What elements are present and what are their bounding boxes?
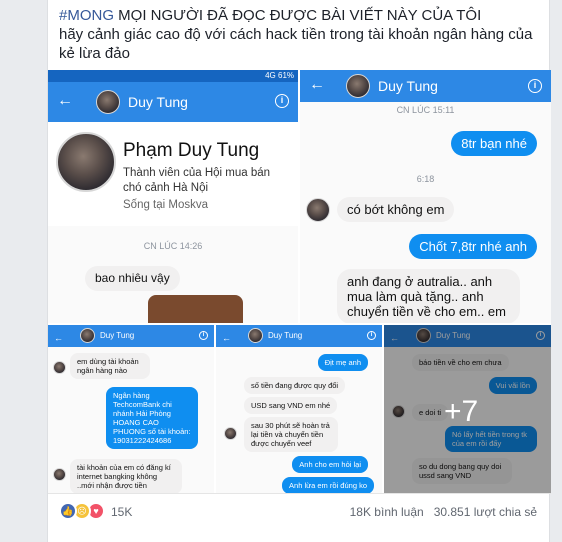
back-arrow-icon: ← bbox=[222, 333, 231, 343]
avatar bbox=[224, 427, 237, 440]
photo-4[interactable]: ← Duy Tung i Địt mẹ anh số tiền đang đượ… bbox=[216, 325, 382, 493]
message-bubble: 8tr bạn nhé bbox=[451, 131, 537, 156]
message-bubble: Chốt 7,8tr nhé anh bbox=[409, 234, 537, 259]
profile-name: Phạm Duy Tung bbox=[123, 140, 260, 161]
reactions-count[interactable]: 15K bbox=[111, 505, 132, 519]
avatar bbox=[53, 468, 66, 481]
photo-2[interactable]: ← Duy Tung i CN LÚC 15:11 8tr bạn nhé 6:… bbox=[300, 70, 551, 323]
info-icon: i bbox=[199, 331, 208, 340]
messenger-header: ← Duy Tung i bbox=[48, 325, 214, 347]
avatar bbox=[96, 90, 120, 114]
more-photos-count[interactable]: +7 bbox=[444, 395, 478, 429]
comments-count[interactable]: 18K bình luận bbox=[350, 505, 424, 519]
message-bubble: anh đang ở autralia.. anh mua làm quà tặ… bbox=[337, 269, 520, 323]
avatar bbox=[80, 328, 95, 343]
message-bubble: USD sang VND em nhé bbox=[244, 397, 338, 414]
hashtag-link[interactable]: #MONG bbox=[59, 7, 114, 24]
info-icon: i bbox=[275, 94, 289, 108]
message-bubble: em dùng tài khoản ngân hàng nào bbox=[70, 353, 150, 379]
avatar bbox=[346, 74, 370, 98]
message-bubble: Ngân hàng TechcomBank chi nhánh Hải Phòn… bbox=[106, 387, 198, 449]
profile-avatar bbox=[56, 132, 116, 192]
messenger-header: ← Duy Tung i bbox=[48, 82, 298, 122]
avatar bbox=[53, 361, 66, 374]
photo-5[interactable]: ← Duy Tung i báo tiền về cho em chưa Vui… bbox=[384, 325, 551, 493]
post-stats: 18K bình luận 30.851 lượt chia sẻ bbox=[350, 505, 537, 519]
contact-name: Duy Tung bbox=[378, 78, 438, 94]
message-bubble: có bớt không em bbox=[337, 197, 455, 222]
back-arrow-icon: ← bbox=[309, 76, 325, 93]
post-footer: 👍 ☹ ♥ 15K 18K bình luận 30.851 lượt chia… bbox=[48, 493, 551, 542]
back-arrow-icon: ← bbox=[54, 333, 63, 343]
status-bar: 4G 61% bbox=[48, 70, 298, 82]
contact-name: Duy Tung bbox=[100, 331, 135, 340]
message-bubble: bao nhiêu vậy bbox=[85, 266, 180, 291]
post-caption: #MONG MỌI NGƯỜI ĐÃ ĐỌC ĐƯỢC BÀI VIẾT NÀY… bbox=[59, 6, 544, 63]
timestamp: CN LÚC 15:11 bbox=[396, 105, 455, 115]
facebook-post: #MONG MỌI NGƯỜI ĐÃ ĐỌC ĐƯỢC BÀI VIẾT NÀY… bbox=[47, 0, 551, 542]
message-bubble: sau 30 phút sẽ hoàn trả lại tiền và chuy… bbox=[244, 417, 338, 452]
info-icon: i bbox=[528, 79, 542, 93]
message-bubble: Địt mẹ anh bbox=[317, 354, 368, 371]
photo-attachment bbox=[148, 295, 243, 323]
timestamp: 6:18 bbox=[416, 174, 435, 184]
like-icon: 👍 bbox=[59, 502, 77, 520]
message-bubble: tài khoản của em có đăng kí internet ban… bbox=[70, 459, 182, 493]
messenger-header: ← Duy Tung i bbox=[300, 70, 551, 102]
message-bubble: số tiền đang được quy đổi bbox=[244, 377, 346, 394]
photo-1[interactable]: 4G 61% ← Duy Tung i Phạm Duy Tung Thành … bbox=[48, 70, 298, 323]
caption-line1: MỌI NGƯỜI ĐÃ ĐỌC ĐƯỢC BÀI VIẾT NÀY CỦA T… bbox=[114, 7, 482, 24]
contact-name: Duy Tung bbox=[268, 331, 303, 340]
messenger-header: ← Duy Tung i bbox=[216, 325, 382, 347]
info-icon: i bbox=[367, 331, 376, 340]
photo-3[interactable]: ← Duy Tung i em dùng tài khoản ngân hàng… bbox=[48, 325, 214, 493]
contact-name: Duy Tung bbox=[128, 94, 188, 110]
caption-line2: hãy cảnh giác cao độ với cách hack tiền … bbox=[59, 26, 533, 62]
profile-description: Thành viên của Hội mua bán chó cảnh Hà N… bbox=[123, 167, 271, 194]
status-text: 4G 61% bbox=[265, 71, 294, 80]
photo-grid: 4G 61% ← Duy Tung i Phạm Duy Tung Thành … bbox=[48, 70, 551, 493]
avatar bbox=[306, 198, 330, 222]
profile-location: Sống tại Moskva bbox=[123, 199, 209, 211]
back-arrow-icon: ← bbox=[57, 92, 73, 109]
shares-count[interactable]: 30.851 lượt chia sẻ bbox=[434, 505, 537, 519]
message-bubble: Anh lừa em rồi đúng ko bbox=[282, 477, 374, 493]
timestamp: CN LÚC 14:26 bbox=[143, 241, 203, 251]
message-bubble: Anh cho em hỏi lại bbox=[292, 456, 368, 473]
avatar bbox=[248, 328, 263, 343]
